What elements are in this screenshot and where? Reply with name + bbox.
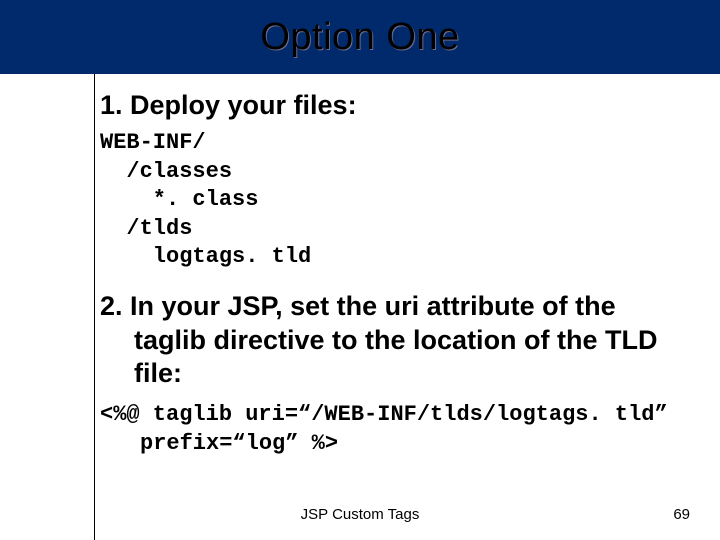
footer-page-number: 69: [673, 506, 690, 523]
step1-heading: 1. Deploy your files:: [100, 90, 690, 121]
step2-heading: 2. In your JSP, set the uri attribute of…: [100, 290, 690, 391]
step2-line2: taglib directive to the location of the …: [100, 324, 690, 358]
step2-code-line2: prefix=“log” %>: [100, 430, 690, 459]
step1-code: WEB-INF/ /classes *. class /tlds logtags…: [100, 129, 690, 272]
footer: JSP Custom Tags 69: [0, 506, 720, 528]
step2-code: <%@ taglib uri=“/WEB-INF/tlds/logtags. t…: [100, 401, 690, 458]
title-bar: Option One: [0, 0, 720, 74]
content-area: 1. Deploy your files: WEB-INF/ /classes …: [100, 90, 690, 500]
step2-code-line1: <%@ taglib uri=“/WEB-INF/tlds/logtags. t…: [100, 402, 668, 427]
slide-title: Option One: [260, 16, 459, 59]
slide: Option One 1. Deploy your files: WEB-INF…: [0, 0, 720, 540]
vertical-divider: [94, 74, 95, 540]
step2-line1: 2. In your JSP, set the uri attribute of…: [100, 291, 616, 321]
footer-center: JSP Custom Tags: [0, 506, 720, 523]
step2-line3: file:: [100, 357, 690, 391]
